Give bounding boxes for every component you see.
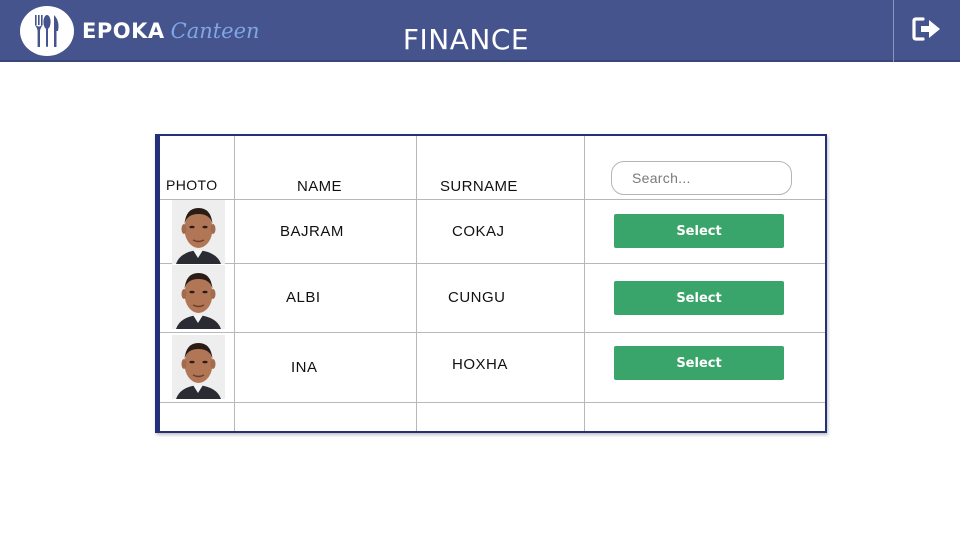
logout-button[interactable]: [894, 0, 960, 62]
row-divider: [160, 263, 825, 264]
column-divider: [584, 136, 585, 431]
person-surname: CUNGU: [448, 289, 506, 306]
brand-name: EPOKA: [82, 19, 165, 43]
person-surname: COKAJ: [452, 223, 505, 240]
row-divider: [160, 332, 825, 333]
brand-logo[interactable]: EPOKA Canteen: [20, 6, 260, 56]
person-photo: [172, 265, 225, 329]
row-divider: [160, 199, 825, 200]
top-bar: EPOKA Canteen FINANCE: [0, 0, 960, 62]
person-surname: HOXHA: [452, 356, 508, 373]
page-title: FINANCE: [402, 23, 530, 56]
person-name: BAJRAM: [280, 223, 344, 240]
brand-subtitle: Canteen: [170, 19, 260, 43]
table-grid: PHOTO NAME SURNAME BAJRAM COKAJ Select: [160, 136, 825, 431]
people-table: PHOTO NAME SURNAME BAJRAM COKAJ Select: [155, 134, 827, 433]
column-divider: [234, 136, 235, 431]
column-header-photo: PHOTO: [166, 177, 218, 193]
person-name: INA: [291, 359, 318, 376]
sign-out-icon: [912, 16, 942, 46]
column-header-surname: SURNAME: [440, 178, 518, 195]
search-input[interactable]: [611, 161, 792, 195]
cutlery-icon: [20, 6, 74, 56]
select-button[interactable]: Select: [614, 281, 784, 315]
select-button[interactable]: Select: [614, 214, 784, 248]
select-button[interactable]: Select: [614, 346, 784, 380]
column-divider: [416, 136, 417, 431]
row-divider: [160, 402, 825, 403]
person-name: ALBI: [286, 289, 321, 306]
column-header-name: NAME: [297, 178, 342, 195]
person-photo: [172, 335, 225, 399]
person-photo: [172, 200, 225, 264]
